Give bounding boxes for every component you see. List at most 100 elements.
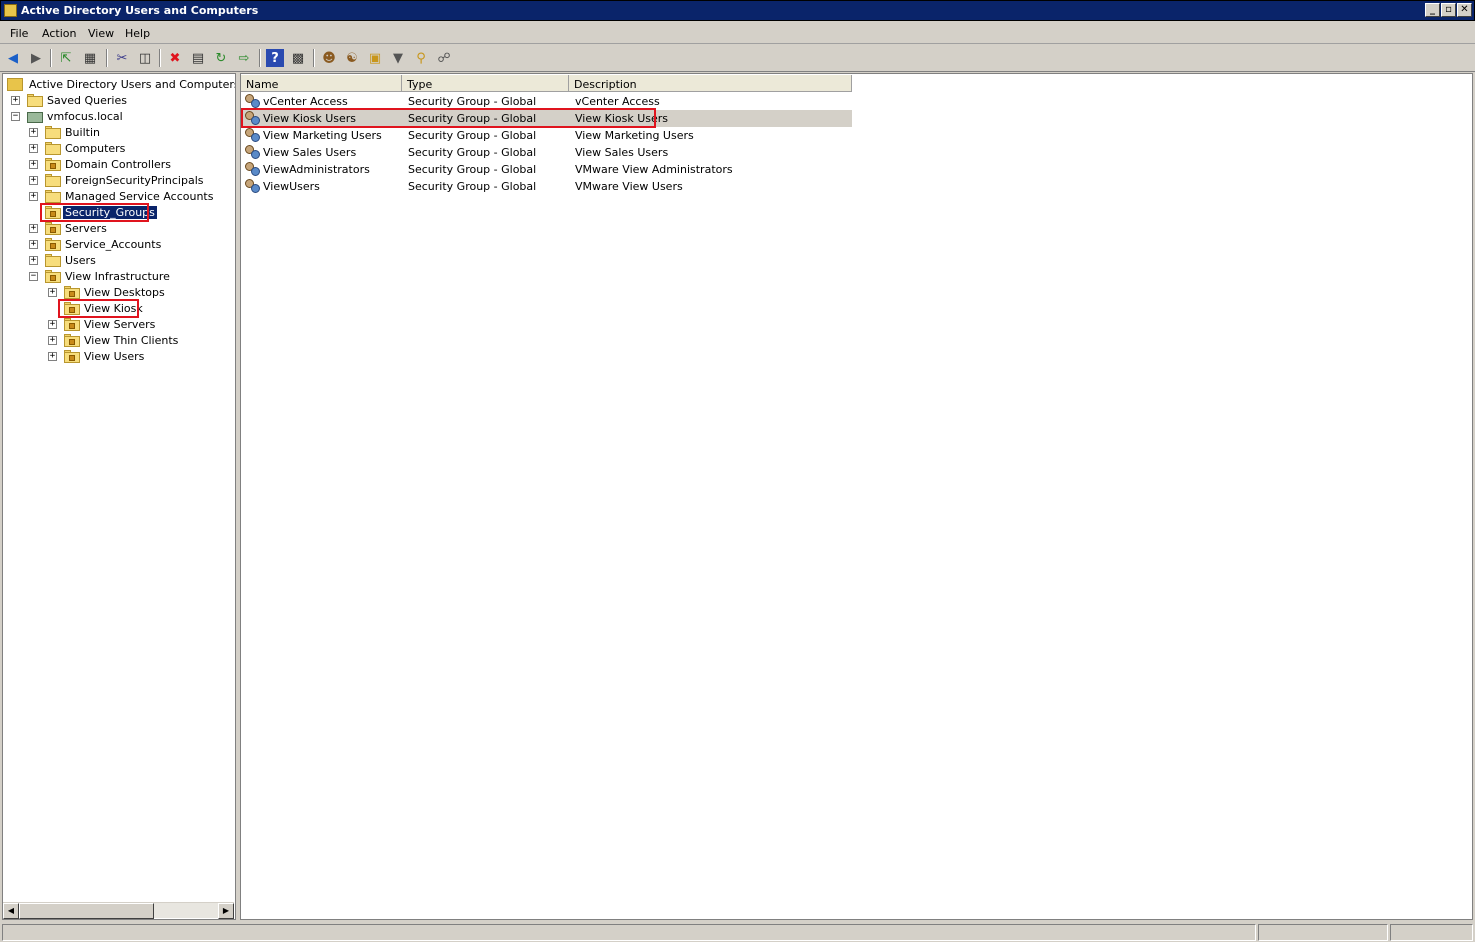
cell-description: View Sales Users <box>575 146 669 159</box>
folder-icon <box>45 174 61 187</box>
highlight-box-view-kiosk <box>58 299 139 318</box>
cell-name: vCenter Access <box>263 95 348 108</box>
menu-help[interactable]: Help <box>125 27 150 40</box>
title-bar: Active Directory Users and Computers _ ▫… <box>0 0 1475 21</box>
scroll-left-icon[interactable]: ◀ <box>3 903 19 919</box>
security-group-icon <box>245 162 261 177</box>
restore-button[interactable]: ▫ <box>1441 3 1456 17</box>
cell-type: Security Group - Global <box>408 95 537 108</box>
cell-name: View Marketing Users <box>263 129 382 142</box>
new-user-icon[interactable]: ☻ <box>320 49 338 67</box>
cell-type: Security Group - Global <box>408 146 537 159</box>
ou-icon <box>45 158 61 171</box>
collapse-icon[interactable]: − <box>11 112 20 121</box>
tree-horizontal-scrollbar[interactable]: ◀ ▶ <box>3 902 234 919</box>
tree-item-label: ForeignSecurityPrincipals <box>65 174 204 187</box>
cell-type: Security Group - Global <box>408 163 537 176</box>
scroll-thumb[interactable] <box>19 903 154 919</box>
status-pane-2 <box>1258 924 1388 941</box>
refresh-icon[interactable]: ↻ <box>212 49 230 67</box>
status-pane-main <box>2 924 1256 941</box>
table-row[interactable]: ViewAdministrators Security Group - Glob… <box>242 161 852 178</box>
expand-icon[interactable]: + <box>11 96 20 105</box>
app-icon <box>4 4 17 17</box>
cell-description: VMware View Users <box>575 180 683 193</box>
tree-item-label: View Servers <box>84 318 156 331</box>
cell-name: ViewUsers <box>263 180 320 193</box>
ou-icon <box>64 334 80 347</box>
tree-item-label: Computers <box>65 142 126 155</box>
new-group-icon[interactable]: ☯ <box>343 49 361 67</box>
status-bar <box>0 922 1475 942</box>
tree-item-label: Users <box>65 254 96 267</box>
tree-item-label: View Desktops <box>84 286 165 299</box>
security-group-icon <box>245 179 261 194</box>
ou-icon <box>64 318 80 331</box>
tree-item-label: Domain Controllers <box>65 158 172 171</box>
folder-icon <box>45 126 61 139</box>
cell-description: vCenter Access <box>575 95 660 108</box>
highlight-box-security-groups <box>40 203 149 222</box>
delete-icon[interactable]: ✖ <box>166 49 184 67</box>
tree-item-label: Servers <box>65 222 107 235</box>
ou-icon <box>45 222 61 235</box>
console-tree-icon[interactable]: ▩ <box>289 49 307 67</box>
security-group-icon <box>245 94 261 109</box>
new-ou-icon[interactable]: ▣ <box>366 49 384 67</box>
up-folder-icon[interactable]: ⇱ <box>57 49 75 67</box>
tree-item-label: Managed Service Accounts <box>65 190 214 203</box>
copy-icon[interactable]: ◫ <box>136 49 154 67</box>
back-arrow-icon[interactable]: ◀ <box>4 49 22 67</box>
tree-item-label: Service_Accounts <box>65 238 162 251</box>
details-list[interactable]: Name Type Description vCenter Access Sec… <box>240 73 1473 920</box>
menu-file[interactable]: File <box>10 27 28 40</box>
filter-icon[interactable]: ▼ <box>389 49 407 67</box>
menu-action[interactable]: Action <box>42 27 76 40</box>
column-header-type[interactable]: Type <box>402 75 569 92</box>
ou-icon <box>45 270 61 283</box>
ou-icon <box>64 350 80 363</box>
folder-icon <box>45 190 61 203</box>
collapse-icon[interactable]: − <box>29 272 38 281</box>
cell-type: Security Group - Global <box>408 129 537 142</box>
security-group-icon <box>245 145 261 160</box>
status-pane-3 <box>1390 924 1473 941</box>
domain-icon <box>27 110 43 123</box>
folder-icon <box>45 254 61 267</box>
cell-name: ViewAdministrators <box>263 163 370 176</box>
add-to-group-icon[interactable]: ☍ <box>435 49 453 67</box>
column-header-description[interactable]: Description <box>569 75 852 92</box>
folder-icon <box>45 142 61 155</box>
cell-type: Security Group - Global <box>408 180 537 193</box>
find-icon[interactable]: ⚲ <box>412 49 430 67</box>
table-row[interactable]: ViewUsers Security Group - Global VMware… <box>242 178 852 195</box>
tree-root-label: Active Directory Users and Computers [VM… <box>29 78 236 91</box>
cut-icon[interactable]: ✂ <box>113 49 131 67</box>
security-group-icon <box>245 128 261 143</box>
forward-arrow-icon[interactable]: ▶ <box>27 49 45 67</box>
scroll-right-icon[interactable]: ▶ <box>218 903 234 919</box>
menu-view[interactable]: View <box>88 27 114 40</box>
console-tree[interactable]: Active Directory Users and Computers [VM… <box>2 73 236 920</box>
highlight-box-view-kiosk-users <box>241 108 656 128</box>
ou-icon <box>45 238 61 251</box>
properties-icon[interactable]: ▤ <box>189 49 207 67</box>
ou-icon <box>64 286 80 299</box>
tree-item-label: Saved Queries <box>47 94 127 107</box>
window-title: Active Directory Users and Computers <box>21 4 259 17</box>
cell-description: View Marketing Users <box>575 129 694 142</box>
cell-description: VMware View Administrators <box>575 163 733 176</box>
close-button[interactable]: ✕ <box>1457 3 1472 17</box>
menu-bar: File Action View Help <box>0 22 1475 44</box>
cell-name: View Sales Users <box>263 146 357 159</box>
column-header-name[interactable]: Name <box>241 75 402 92</box>
table-row[interactable]: View Marketing Users Security Group - Gl… <box>242 127 852 144</box>
tree-item-label: Builtin <box>65 126 100 139</box>
table-row[interactable]: View Sales Users Security Group - Global… <box>242 144 852 161</box>
tree-item-label: View Infrastructure <box>65 270 170 283</box>
help-icon[interactable]: ? <box>266 49 284 67</box>
show-hide-tree-icon[interactable]: ▦ <box>81 49 99 67</box>
minimize-button[interactable]: _ <box>1425 3 1440 17</box>
tree-item-label: vmfocus.local <box>47 110 123 123</box>
export-list-icon[interactable]: ⇨ <box>235 49 253 67</box>
